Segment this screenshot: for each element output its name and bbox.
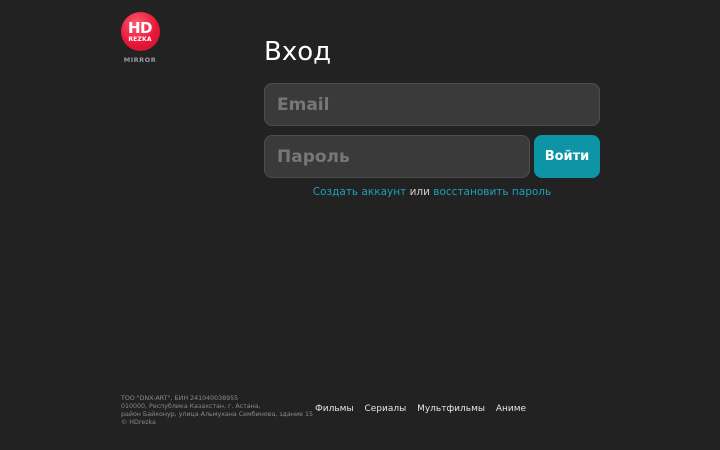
login-button[interactable]: Войти — [534, 135, 600, 178]
register-link[interactable]: Создать аккаунт — [313, 186, 406, 198]
logo-caption: MIRROR — [123, 56, 157, 64]
restore-password-link[interactable]: восстановить пароль — [433, 186, 551, 198]
site-logo[interactable]: HD REZKA MIRROR — [120, 12, 160, 64]
footer-link-cartoons[interactable]: Мультфильмы — [417, 404, 485, 414]
logo-rezka-text: REZKA — [128, 36, 152, 43]
footer-nav: Фильмы Сериалы Мультфильмы Аниме — [315, 404, 534, 414]
logo-badge: HD REZKA — [120, 12, 160, 51]
password-field[interactable] — [264, 135, 530, 178]
links-separator: или — [409, 186, 434, 198]
footer-copyright: © HDrezka — [121, 419, 156, 426]
logo-hd-text: HD — [127, 19, 153, 37]
footer-info-line: 010000, Республика Казахстан, г. Астана, — [121, 403, 261, 410]
auth-links: Создать аккаунт или восстановить пароль — [264, 186, 600, 198]
footer-link-anime[interactable]: Аниме — [496, 404, 526, 414]
footer-link-films[interactable]: Фильмы — [315, 404, 354, 414]
footer-info-line: район Байконур, улица Альмухана Сембинов… — [121, 411, 313, 418]
footer-company-info: ТОО "DNX-ART", БИН 241040038955 010000, … — [121, 395, 313, 427]
footer-link-series[interactable]: Сериалы — [364, 404, 406, 414]
page-title: Вход — [264, 37, 332, 67]
email-field[interactable] — [264, 83, 600, 126]
footer-info-line: ТОО "DNX-ART", БИН 241040038955 — [121, 395, 239, 402]
login-page: HD REZKA MIRROR Вход Войти Создать аккау… — [0, 0, 720, 450]
